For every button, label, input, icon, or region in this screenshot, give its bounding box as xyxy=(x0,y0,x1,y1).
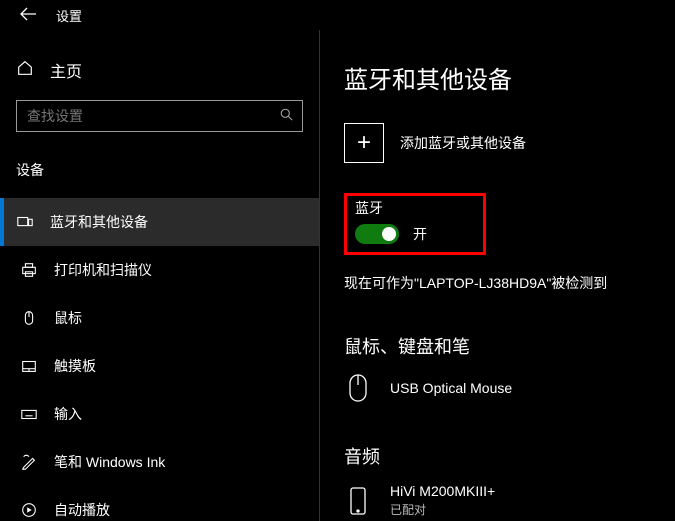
audio-section-heading: 音频 xyxy=(344,443,675,469)
nav-item-printers[interactable]: 打印机和扫描仪 xyxy=(0,246,319,294)
mouse-device-icon xyxy=(344,373,372,403)
device-row-mouse[interactable]: USB Optical Mouse xyxy=(344,373,675,403)
bluetooth-heading: 蓝牙 xyxy=(355,198,427,218)
add-device-button[interactable]: + 添加蓝牙或其他设备 xyxy=(344,123,675,163)
bluetooth-highlight-box: 蓝牙 开 xyxy=(344,193,486,255)
phone-device-icon xyxy=(344,486,372,516)
sidebar-home[interactable]: 主页 xyxy=(0,52,319,88)
nav-label: 打印机和扫描仪 xyxy=(54,260,152,280)
nav-item-mouse[interactable]: 鼠标 xyxy=(0,294,319,342)
nav-label: 触摸板 xyxy=(54,356,96,376)
autoplay-icon xyxy=(20,501,38,519)
nav-item-typing[interactable]: 输入 xyxy=(0,390,319,438)
search-icon[interactable] xyxy=(280,108,293,124)
device-name: HiVi M200MKIII+ xyxy=(390,483,495,499)
plus-icon: + xyxy=(344,123,384,163)
home-icon xyxy=(16,59,34,82)
home-label: 主页 xyxy=(50,58,82,82)
nav-label: 鼠标 xyxy=(54,308,82,328)
touchpad-icon xyxy=(20,357,38,375)
bluetooth-toggle[interactable] xyxy=(355,224,399,244)
nav-item-autoplay[interactable]: 自动播放 xyxy=(0,486,319,521)
keyboard-icon xyxy=(20,405,38,423)
device-status: 已配对 xyxy=(390,501,495,518)
sidebar-section-label: 设备 xyxy=(0,132,319,198)
bluetooth-toggle-label: 开 xyxy=(413,224,427,244)
device-row-audio[interactable]: HiVi M200MKIII+ 已配对 xyxy=(344,483,675,518)
back-icon[interactable] xyxy=(20,7,36,23)
devices-icon xyxy=(16,213,34,231)
header-title: 设置 xyxy=(56,6,82,25)
pen-icon xyxy=(20,453,38,471)
bluetooth-status: 现在可作为"LAPTOP-LJ38HD9A"被检测到 xyxy=(344,273,675,293)
nav-item-bluetooth[interactable]: 蓝牙和其他设备 xyxy=(0,198,319,246)
printer-icon xyxy=(20,261,38,279)
mouse-icon xyxy=(20,309,38,327)
nav-item-pen[interactable]: 笔和 Windows Ink xyxy=(0,438,319,486)
device-name: USB Optical Mouse xyxy=(390,380,512,396)
search-input[interactable] xyxy=(16,100,303,132)
mouse-section-heading: 鼠标、键盘和笔 xyxy=(344,333,675,359)
toggle-knob xyxy=(382,227,396,241)
nav-list: 蓝牙和其他设备 打印机和扫描仪 鼠标 触摸板 xyxy=(0,198,319,521)
add-device-label: 添加蓝牙或其他设备 xyxy=(400,133,526,153)
nav-item-touchpad[interactable]: 触摸板 xyxy=(0,342,319,390)
page-title: 蓝牙和其他设备 xyxy=(344,60,675,95)
nav-label: 输入 xyxy=(54,404,82,424)
nav-label: 笔和 Windows Ink xyxy=(54,452,165,472)
nav-label: 蓝牙和其他设备 xyxy=(50,212,148,232)
nav-label: 自动播放 xyxy=(54,500,110,520)
